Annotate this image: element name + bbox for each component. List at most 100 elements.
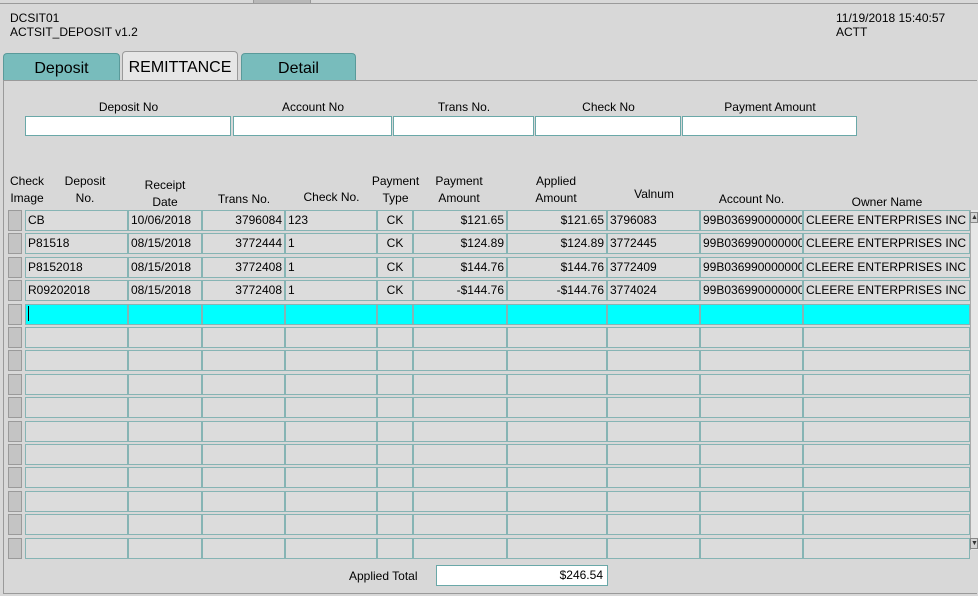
cell-valnum[interactable] bbox=[607, 514, 700, 535]
cell-valnum[interactable] bbox=[607, 421, 700, 442]
cell-valnum[interactable]: 3796083 bbox=[607, 210, 700, 231]
check-image-button[interactable] bbox=[8, 327, 22, 348]
cell-receipt-date[interactable] bbox=[128, 397, 202, 418]
cell-check-no[interactable]: 123 bbox=[285, 210, 377, 231]
cell-trans-no[interactable] bbox=[202, 350, 285, 371]
cell-trans-no[interactable] bbox=[202, 467, 285, 488]
cell-payment-amount[interactable] bbox=[413, 538, 507, 559]
cell-deposit-no[interactable]: CB bbox=[25, 210, 128, 231]
cell-check-no[interactable] bbox=[285, 421, 377, 442]
cell-deposit-no[interactable] bbox=[25, 397, 128, 418]
cell-account-no[interactable] bbox=[700, 491, 803, 512]
cell-deposit-no[interactable]: P8152018 bbox=[25, 257, 128, 278]
cell-payment-amount[interactable]: -$144.76 bbox=[413, 280, 507, 301]
cell-valnum[interactable] bbox=[607, 374, 700, 395]
cell-owner-name[interactable] bbox=[803, 421, 970, 442]
cell-payment-type[interactable] bbox=[377, 514, 413, 535]
cell-account-no[interactable] bbox=[700, 467, 803, 488]
cell-account-no[interactable] bbox=[700, 304, 803, 325]
cell-deposit-no[interactable]: P81518 bbox=[25, 233, 128, 254]
cell-valnum[interactable]: 3772409 bbox=[607, 257, 700, 278]
check-image-button[interactable] bbox=[8, 514, 22, 535]
cell-receipt-date[interactable] bbox=[128, 374, 202, 395]
cell-deposit-no[interactable] bbox=[25, 327, 128, 348]
cell-check-no[interactable] bbox=[285, 444, 377, 465]
cell-account-no[interactable] bbox=[700, 397, 803, 418]
cell-receipt-date[interactable] bbox=[128, 304, 202, 325]
cell-owner-name[interactable] bbox=[803, 397, 970, 418]
cell-payment-amount[interactable]: $121.65 bbox=[413, 210, 507, 231]
cell-receipt-date[interactable]: 08/15/2018 bbox=[128, 257, 202, 278]
cell-owner-name[interactable] bbox=[803, 491, 970, 512]
cell-payment-amount[interactable] bbox=[413, 514, 507, 535]
cell-deposit-no[interactable] bbox=[25, 350, 128, 371]
tab-remittance[interactable]: REMITTANCE bbox=[122, 51, 238, 80]
cell-valnum[interactable] bbox=[607, 397, 700, 418]
cell-check-no[interactable] bbox=[285, 327, 377, 348]
cell-account-no[interactable] bbox=[700, 350, 803, 371]
cell-account-no[interactable]: 99B0369900000000 bbox=[700, 280, 803, 301]
cell-applied-amount[interactable] bbox=[507, 374, 607, 395]
cell-deposit-no[interactable] bbox=[25, 538, 128, 559]
cell-applied-amount[interactable] bbox=[507, 327, 607, 348]
cell-payment-amount[interactable]: $144.76 bbox=[413, 257, 507, 278]
cell-receipt-date[interactable]: 08/15/2018 bbox=[128, 233, 202, 254]
cell-owner-name[interactable]: CLEERE ENTERPRISES INC bbox=[803, 257, 970, 278]
cell-valnum[interactable] bbox=[607, 491, 700, 512]
cell-payment-amount[interactable]: $124.89 bbox=[413, 233, 507, 254]
cell-payment-type[interactable] bbox=[377, 350, 413, 371]
cell-payment-type[interactable]: CK bbox=[377, 210, 413, 231]
cell-applied-amount[interactable] bbox=[507, 514, 607, 535]
cell-check-no[interactable] bbox=[285, 538, 377, 559]
cell-valnum[interactable] bbox=[607, 444, 700, 465]
check-image-button[interactable] bbox=[8, 233, 22, 254]
cell-applied-amount[interactable] bbox=[507, 304, 607, 325]
cell-payment-amount[interactable] bbox=[413, 491, 507, 512]
cell-check-no[interactable] bbox=[285, 304, 377, 325]
cell-trans-no[interactable] bbox=[202, 304, 285, 325]
cell-trans-no[interactable] bbox=[202, 397, 285, 418]
cell-trans-no[interactable] bbox=[202, 327, 285, 348]
cell-payment-type[interactable] bbox=[377, 538, 413, 559]
cell-applied-amount[interactable]: -$144.76 bbox=[507, 280, 607, 301]
cell-payment-type[interactable]: CK bbox=[377, 257, 413, 278]
cell-payment-type[interactable] bbox=[377, 374, 413, 395]
check-image-button[interactable] bbox=[8, 257, 22, 278]
cell-trans-no[interactable]: 3796084 bbox=[202, 210, 285, 231]
check-image-button[interactable] bbox=[8, 467, 22, 488]
cell-applied-amount[interactable] bbox=[507, 538, 607, 559]
cell-check-no[interactable]: 1 bbox=[285, 280, 377, 301]
check-image-button[interactable] bbox=[8, 280, 22, 301]
cell-valnum[interactable] bbox=[607, 538, 700, 559]
cell-owner-name[interactable] bbox=[803, 350, 970, 371]
cell-payment-amount[interactable] bbox=[413, 421, 507, 442]
check-image-button[interactable] bbox=[8, 397, 22, 418]
vertical-scrollbar[interactable] bbox=[970, 210, 978, 550]
cell-receipt-date[interactable] bbox=[128, 350, 202, 371]
cell-valnum[interactable] bbox=[607, 467, 700, 488]
deposit-no-input[interactable] bbox=[25, 116, 231, 136]
cell-account-no[interactable]: 99B0369900000000 bbox=[700, 233, 803, 254]
cell-deposit-no[interactable] bbox=[25, 444, 128, 465]
cell-owner-name[interactable] bbox=[803, 538, 970, 559]
cell-check-no[interactable]: 1 bbox=[285, 257, 377, 278]
cell-receipt-date[interactable] bbox=[128, 538, 202, 559]
cell-applied-amount[interactable] bbox=[507, 467, 607, 488]
cell-deposit-no[interactable] bbox=[25, 514, 128, 535]
cell-payment-amount[interactable] bbox=[413, 374, 507, 395]
check-no-input[interactable] bbox=[535, 116, 681, 136]
cell-deposit-no[interactable] bbox=[25, 491, 128, 512]
cell-payment-amount[interactable] bbox=[413, 350, 507, 371]
scroll-down-icon[interactable]: ▼ bbox=[970, 538, 978, 549]
cell-check-no[interactable] bbox=[285, 374, 377, 395]
cell-receipt-date[interactable] bbox=[128, 514, 202, 535]
cell-payment-type[interactable]: CK bbox=[377, 280, 413, 301]
cell-owner-name[interactable] bbox=[803, 467, 970, 488]
check-image-button[interactable] bbox=[8, 421, 22, 442]
cell-payment-type[interactable]: CK bbox=[377, 233, 413, 254]
cell-trans-no[interactable] bbox=[202, 374, 285, 395]
cell-valnum[interactable]: 3772445 bbox=[607, 233, 700, 254]
cell-trans-no[interactable] bbox=[202, 444, 285, 465]
cell-owner-name[interactable]: CLEERE ENTERPRISES INC bbox=[803, 280, 970, 301]
cell-payment-type[interactable] bbox=[377, 444, 413, 465]
